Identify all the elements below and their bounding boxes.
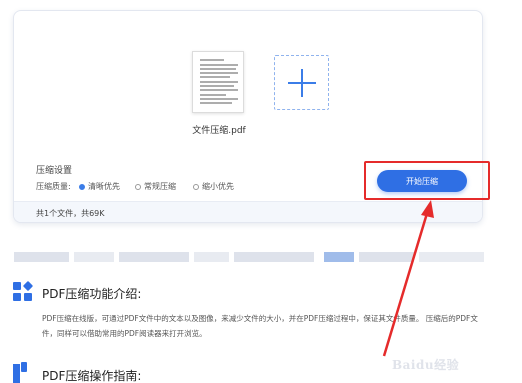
annotation-arrow [382, 200, 434, 357]
